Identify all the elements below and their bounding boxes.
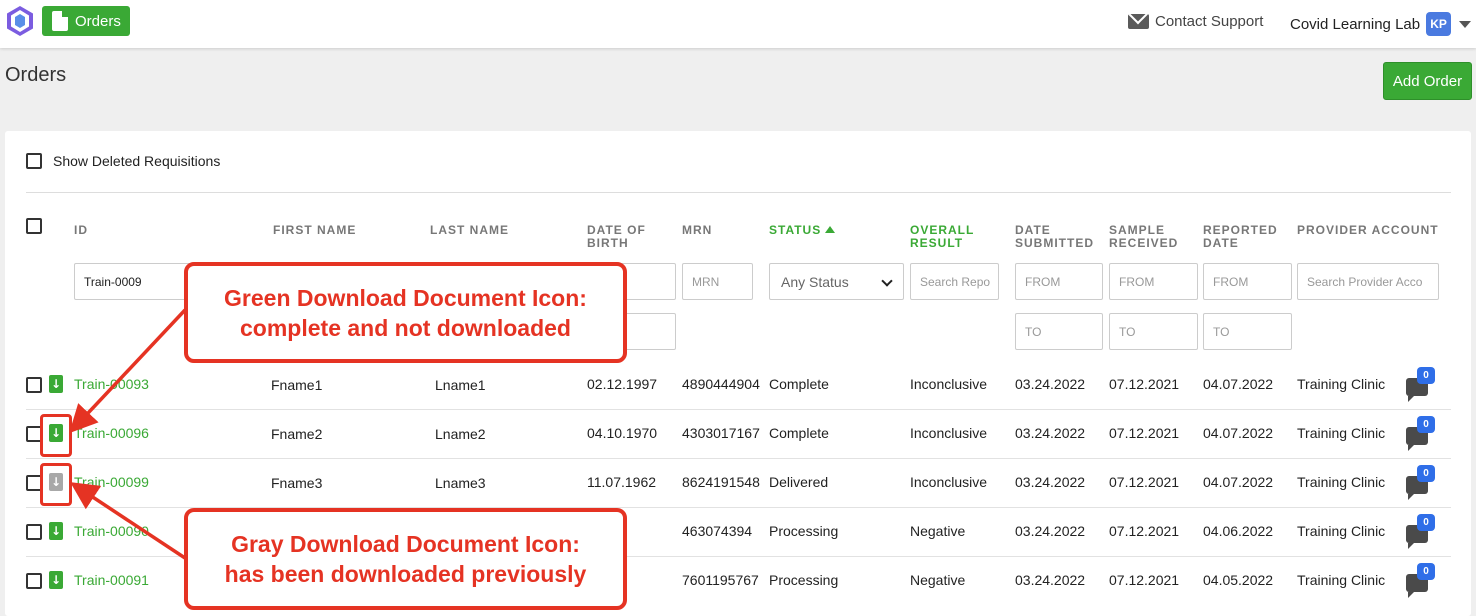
arrow-to-gray-icon [70, 482, 186, 560]
callout-green-line2: complete and not downloaded [240, 314, 571, 341]
callout-gray-line1: Gray Download Document Icon: [231, 531, 580, 557]
callout-gray-icon: Gray Download Document Icon: has been do… [184, 508, 627, 610]
callout-gray-line2: has been downloaded previously [224, 561, 587, 587]
arrow-to-green-icon [69, 308, 187, 434]
callout-green-icon: Green Download Document Icon: complete a… [184, 262, 627, 363]
callout-green-line1: Green Download Document Icon: [224, 284, 587, 311]
